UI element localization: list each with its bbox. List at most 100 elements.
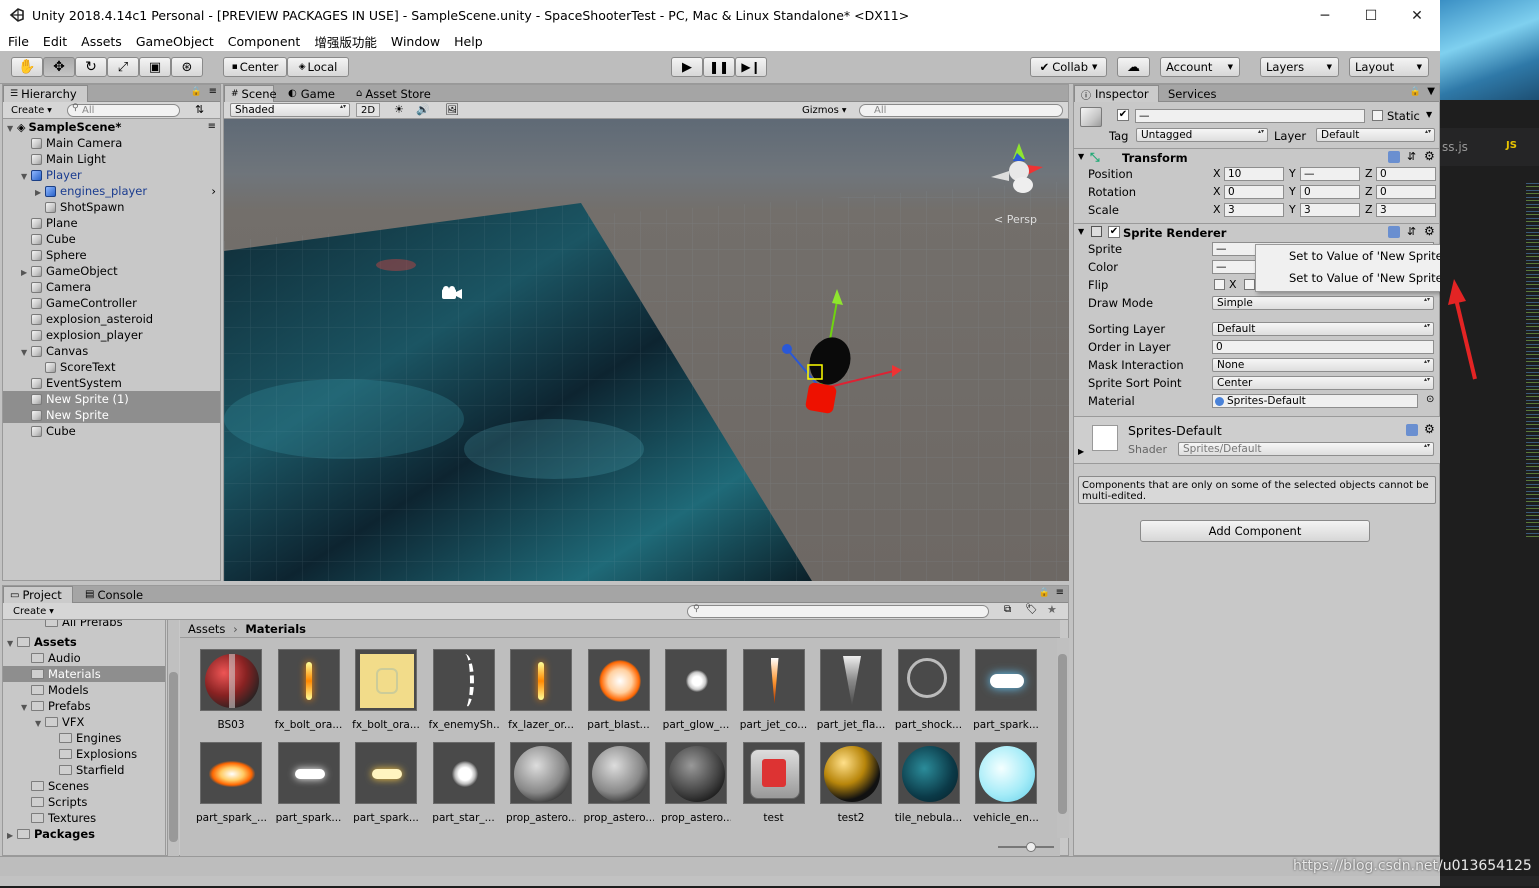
rotate-tool-button[interactable]: ↻ <box>75 57 107 77</box>
tree-scrollbar-thumb[interactable] <box>169 672 178 842</box>
scale-y-field[interactable]: 3 <box>1300 203 1360 217</box>
object-name-input[interactable]: — <box>1135 109 1365 123</box>
project-tree-item[interactable]: Explosions <box>3 746 165 762</box>
persp-label[interactable]: < Persp <box>994 213 1037 226</box>
tab-inspector[interactable]: ⓘ Inspector <box>1074 85 1159 102</box>
hierarchy-item[interactable]: ScoreText <box>3 359 220 375</box>
move-tool-button[interactable]: ✥ <box>43 57 75 77</box>
flip-x-checkbox[interactable] <box>1214 279 1225 290</box>
gear-icon[interactable]: ⚙ <box>1424 149 1435 163</box>
hierarchy-item[interactable]: Sphere <box>3 247 220 263</box>
hierarchy-item[interactable]: ▶ engines_player › <box>3 183 220 199</box>
flip-y-checkbox[interactable] <box>1244 279 1255 290</box>
layer-dropdown[interactable]: Default <box>1316 128 1435 142</box>
project-tree-item[interactable]: Starfield <box>3 762 165 778</box>
position-x-field[interactable]: 10 <box>1224 167 1284 181</box>
asset-item[interactable]: tile_nebula... <box>894 742 964 830</box>
asset-item[interactable]: part_glow_... <box>661 649 731 737</box>
asset-item[interactable]: vehicle_en... <box>971 742 1041 830</box>
project-tree-item[interactable]: ▼ Assets <box>3 634 165 650</box>
menu-window[interactable]: Window <box>391 34 440 49</box>
editor-tab-ssjs[interactable]: ss.js <box>1442 140 1468 154</box>
menu-assets[interactable]: Assets <box>81 34 122 49</box>
hierarchy-item[interactable]: ShotSpawn <box>3 199 220 215</box>
hierarchy-create-button[interactable]: Create ▼ <box>7 103 56 117</box>
hierarchy-item[interactable]: ▶ GameObject <box>3 263 220 279</box>
rotation-y-field[interactable]: 0 <box>1300 185 1360 199</box>
effects-icon[interactable]: 🖼 <box>445 103 459 116</box>
tab-console[interactable]: ▤ Console <box>79 586 149 603</box>
breadcrumb-materials[interactable]: Materials <box>245 622 306 636</box>
menu-component[interactable]: Component <box>228 34 301 49</box>
position-y-field[interactable]: — <box>1300 167 1360 181</box>
tab-game[interactable]: ◐ Game <box>282 85 341 102</box>
account-button[interactable]: Account ▼ <box>1160 57 1240 77</box>
menu-file[interactable]: File <box>8 34 29 49</box>
tab-hierarchy[interactable]: ☰ Hierarchy <box>3 85 88 102</box>
hand-tool-button[interactable]: ✋ <box>11 57 43 77</box>
asset-item[interactable]: part_jet_co... <box>739 649 809 737</box>
asset-item[interactable]: fx_lazer_or... <box>506 649 576 737</box>
rotation-x-field[interactable]: 0 <box>1224 185 1284 199</box>
close-button[interactable]: ✕ <box>1394 0 1440 31</box>
shader-dropdown[interactable]: Sprites/Default <box>1178 442 1434 456</box>
scene-root-row[interactable]: ▼ ◈ SampleScene* ≡ <box>3 119 220 135</box>
scene-viewport[interactable]: < Persp <box>224 119 1069 581</box>
order-field[interactable]: 0 <box>1212 340 1434 354</box>
sort-point-dropdown[interactable]: Center <box>1212 376 1434 390</box>
scale-z-field[interactable]: 3 <box>1376 203 1436 217</box>
panel-menu-icon[interactable]: ▼ <box>1427 86 1435 97</box>
lock-icon[interactable]: 🔒 <box>1039 588 1050 598</box>
asset-item[interactable]: test2 <box>816 742 886 830</box>
hierarchy-item[interactable]: explosion_asteroid <box>3 311 220 327</box>
hierarchy-item[interactable]: New Sprite <box>3 407 220 423</box>
project-tree-item[interactable]: Scenes <box>3 778 165 794</box>
hierarchy-item[interactable]: Plane <box>3 215 220 231</box>
asset-item[interactable]: part_spark... <box>971 649 1041 737</box>
mode-2d-button[interactable]: 2D <box>356 103 381 117</box>
asset-item[interactable]: prop_astero... <box>584 742 654 830</box>
editor-tab-js-icon[interactable]: JS <box>1506 140 1517 151</box>
asset-scrollbar-thumb[interactable] <box>1058 654 1067 814</box>
transform-tool-button[interactable]: ⊛ <box>171 57 203 77</box>
transform-header[interactable]: ▼ ⤡ Transform ⇵ ⚙ <box>1074 148 1439 166</box>
hierarchy-search-input[interactable]: All <box>67 104 180 117</box>
static-checkbox[interactable] <box>1372 110 1383 121</box>
scale-tool-button[interactable]: ⤢ <box>107 57 139 77</box>
project-tree-item[interactable]: Materials <box>3 666 165 682</box>
sprite-renderer-enabled-checkbox[interactable]: ✔ <box>1108 226 1120 238</box>
menu-enhanced[interactable]: 增强版功能 <box>314 32 377 51</box>
asset-item[interactable]: part_shock... <box>894 649 964 737</box>
favorite-icon[interactable]: ★ <box>1047 603 1057 616</box>
lighting-icon[interactable]: ☀ <box>394 103 404 116</box>
scene-search-input[interactable]: All <box>859 104 1063 117</box>
hierarchy-item[interactable]: ▼ Player <box>3 167 220 183</box>
hierarchy-item[interactable]: ▼ Canvas <box>3 343 220 359</box>
asset-item[interactable]: test <box>739 742 809 830</box>
asset-item[interactable]: part_jet_fla... <box>816 649 886 737</box>
expand-arrow-icon[interactable]: ▶ <box>1078 447 1084 456</box>
hierarchy-item[interactable]: EventSystem <box>3 375 220 391</box>
project-tree-item[interactable]: Audio <box>3 650 165 666</box>
add-component-button[interactable]: Add Component <box>1140 520 1370 542</box>
lock-icon[interactable]: 🔒 <box>1410 87 1421 97</box>
layers-button[interactable]: Layers ▼ <box>1260 57 1339 77</box>
panel-menu-icon[interactable]: ≡ <box>209 86 217 97</box>
menu-edit[interactable]: Edit <box>43 34 67 49</box>
help-icon[interactable] <box>1388 151 1400 163</box>
expand-arrow-icon[interactable]: ▼ <box>1078 227 1084 236</box>
asset-item[interactable]: part_spark... <box>274 742 344 830</box>
hierarchy-item[interactable]: Main Camera <box>3 135 220 151</box>
project-tree-item[interactable]: ▶ Packages <box>3 826 165 842</box>
collab-button[interactable]: ✔ Collab ▼ <box>1030 57 1107 77</box>
preset-icon[interactable]: ⇵ <box>1407 225 1416 238</box>
open-prefab-icon[interactable]: › <box>211 183 216 199</box>
asset-item[interactable]: fx_bolt_ora... <box>351 649 421 737</box>
active-checkbox[interactable]: ✔ <box>1117 109 1129 121</box>
scene-menu-icon[interactable]: ≡ <box>208 119 216 135</box>
material-field[interactable]: Sprites-Default <box>1212 394 1418 408</box>
cloud-button[interactable]: ☁ <box>1117 57 1150 77</box>
project-tree-item[interactable]: Models <box>3 682 165 698</box>
sorting-layer-dropdown[interactable]: Default <box>1212 322 1434 336</box>
audio-icon[interactable]: 🔊 <box>416 103 430 116</box>
